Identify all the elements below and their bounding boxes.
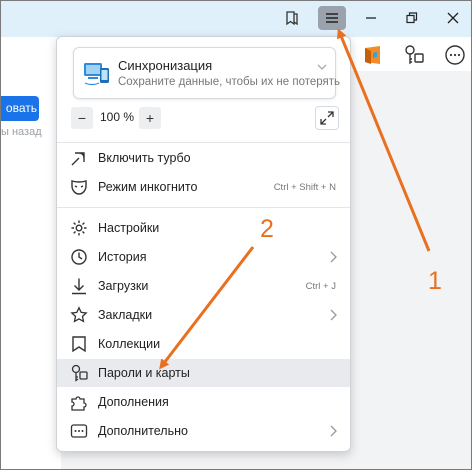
menu-item-label: Режим инкогнито [98,180,198,194]
downloads-icon [72,278,86,295]
passwords-icon [71,364,88,382]
chevron-right-icon [330,309,337,321]
browser-window: овать ы назад Синхронизация Сохраните да… [0,0,472,470]
sync-card[interactable]: Синхронизация Сохраните данные, чтобы их… [73,47,340,99]
menu-item-collections[interactable]: Коллекции [57,330,350,358]
shortcut-text: Ctrl + J [305,281,336,292]
close-icon [447,12,459,24]
zoom-level: 100 % [99,110,135,124]
menu-item-bookmarks[interactable]: Закладки [57,301,350,329]
title-bar [1,1,471,37]
menu-item-label: Загрузки [98,279,149,293]
menu-item-label: Коллекции [98,337,161,351]
menu-item-incognito[interactable]: Режим инкогнито Ctrl + Shift + N [57,173,350,201]
menu-item-passwords[interactable]: Пароли и карты [57,359,350,387]
sync-title: Синхронизация [118,58,213,73]
menu-divider [57,142,350,143]
more-options-icon [70,424,88,438]
menu-item-history[interactable]: История [57,243,350,271]
fullscreen-icon [320,111,334,125]
zoom-out-button[interactable]: − [71,107,93,129]
collections-icon [72,336,86,353]
left-subtext: ы назад [1,126,42,138]
chevron-right-icon [330,425,337,437]
menu-item-label: Настройки [98,221,160,235]
menu-item-label: Дополнения [98,395,169,409]
bookmark-pages-icon[interactable] [278,6,306,30]
shortcut-text: Ctrl + Shift + N [273,182,336,193]
menu-divider [57,207,350,208]
sync-devices-icon [84,63,109,86]
close-button[interactable] [439,6,467,30]
menu-item-more[interactable]: Дополнительно [57,417,350,445]
menu-item-label: Закладки [98,308,153,322]
history-icon [71,249,87,265]
settings-icon [71,220,87,236]
fullscreen-button[interactable] [315,106,339,130]
annotation-number-2: 2 [260,215,274,243]
extensions-icon [71,396,87,411]
menu-button[interactable] [318,6,346,30]
menu-item-label: Пароли и карты [98,366,190,380]
bookmarks-icon [70,306,88,323]
minimize-icon [366,17,376,19]
incognito-icon [71,180,87,195]
menu-item-extensions[interactable]: Дополнения [57,388,350,416]
action-button[interactable]: овать [1,96,39,121]
menu-item-label: Включить турбо [98,151,191,165]
sync-subtitle: Сохраните данные, чтобы их не потерять [118,76,341,88]
restore-button[interactable] [398,6,426,30]
browser-menu: Синхронизация Сохраните данные, чтобы их… [56,36,351,452]
menu-item-label: Дополнительно [98,424,188,438]
extension-orange-icon[interactable] [362,44,384,66]
menu-item-label: История [98,250,147,264]
more-icon[interactable] [444,44,466,66]
zoom-controls: − 100 % + [71,106,341,131]
passwords-cards-icon[interactable] [403,44,425,66]
left-page-content: овать ы назад [1,37,61,469]
turbo-icon [71,152,85,166]
annotation-number-1: 1 [428,267,442,295]
minimize-button[interactable] [357,6,385,30]
chevron-down-icon [317,62,327,74]
menu-item-downloads[interactable]: Загрузки Ctrl + J [57,272,350,300]
menu-item-settings[interactable]: Настройки [57,214,350,242]
menu-item-turbo[interactable]: Включить турбо [57,144,350,172]
chevron-right-icon [330,251,337,263]
menu-icon [326,13,338,23]
restore-icon [406,12,418,24]
zoom-in-button[interactable]: + [139,107,161,129]
browser-toolbar [351,37,471,71]
